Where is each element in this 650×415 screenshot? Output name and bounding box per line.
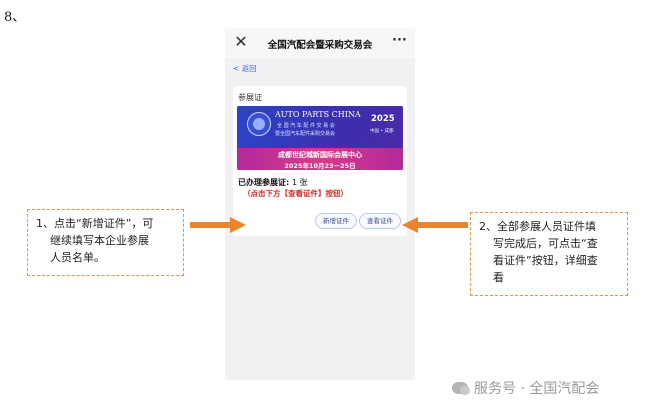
title-bar: ✕ 全国汽配会暨采购交易会 ··· <box>225 28 415 58</box>
banner-chinese-name: 全 国 汽 车 配 件 交 易 会 <box>277 123 335 129</box>
annotation-right-line: 看证件”按钮，详细查 <box>493 254 598 267</box>
back-link[interactable]: < 返回 <box>233 63 257 74</box>
card-title: 参展证 <box>238 93 262 102</box>
annotation-left-line: 1、点击“新增证件”，可 <box>36 217 154 230</box>
annotation-left-line: 人员名单。 <box>50 251 105 264</box>
view-pass-button[interactable]: 查看证件 <box>359 213 401 229</box>
view-hint: （点击下方【查看证件】按钮） <box>243 189 348 198</box>
banner-venue: 成都世纪城新国际会展中心 <box>278 151 362 159</box>
banner-dates: 2025年10月23－25日 <box>284 162 356 170</box>
pass-count-value: 1 张 <box>292 178 308 187</box>
banner-chinese-subname: 暨全国汽车配件采购交易会 <box>275 131 336 137</box>
watermark: 服务号 · 全国汽配会 <box>452 378 599 398</box>
annotation-right-line: 2、全部参展人员证件填 <box>479 220 596 233</box>
annotation-left: 1、点击“新增证件”，可 继续填写本企业参展 人员名单。 <box>27 209 184 276</box>
annotation-right-line: 写完成后，可点击“查 <box>493 237 598 250</box>
add-pass-button[interactable]: 新增证件 <box>315 213 357 229</box>
exhibitor-pass-card: 参展证 AUTO PARTS CHINA 全 国 汽 车 配 件 交 易 会 暨… <box>233 86 407 236</box>
pass-count: 已办理参展证: 1 张 <box>238 177 308 188</box>
banner-year: 2025 <box>371 114 395 124</box>
annotation-right-line: 看 <box>493 271 504 284</box>
pass-count-label: 已办理参展证: <box>238 178 290 187</box>
event-banner: AUTO PARTS CHINA 全 国 汽 车 配 件 交 易 会 暨全国汽车… <box>237 106 403 170</box>
banner-city: 中国 • 成都 <box>370 129 394 134</box>
back-bar: < 返回 <box>225 58 415 78</box>
annotation-left-line: 继续填写本企业参展 <box>50 234 149 247</box>
banner-english-name: AUTO PARTS CHINA <box>275 110 361 119</box>
phone-screen: ✕ 全国汽配会暨采购交易会 ··· < 返回 参展证 AUTO PARTS CH… <box>225 28 415 380</box>
page-title: 全国汽配会暨采购交易会 <box>267 40 373 51</box>
watermark-text: 服务号 · 全国汽配会 <box>474 381 600 397</box>
close-icon[interactable]: ✕ <box>233 34 249 50</box>
event-logo-icon <box>247 112 271 136</box>
more-options-icon[interactable]: ··· <box>392 33 407 48</box>
step-number: 8、 <box>4 10 26 25</box>
wechat-icon <box>452 382 470 395</box>
annotation-right: 2、全部参展人员证件填 写完成后，可点击“查 看证件”按钮，详细查 看 <box>470 212 628 296</box>
